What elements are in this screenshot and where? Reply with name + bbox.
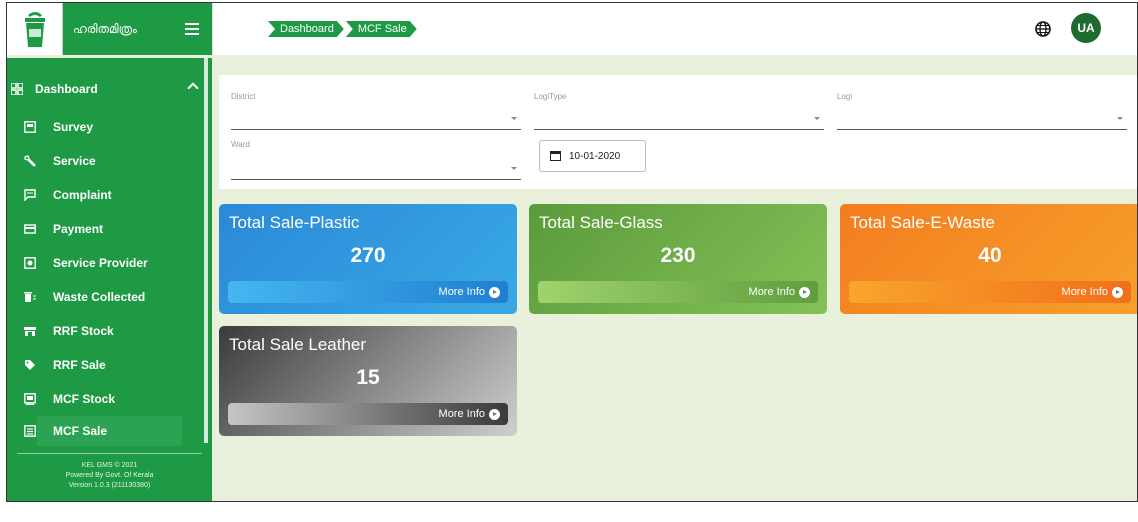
district-select[interactable]: District xyxy=(231,80,521,130)
card-total-sale-glass: Total Sale-Glass 230 More Info xyxy=(529,204,827,314)
card-total-sale-plastic: Total Sale-Plastic 270 More Info xyxy=(219,204,517,314)
card-total-sale-leather: Total Sale Leather 15 More Info xyxy=(219,326,517,436)
ward-select[interactable]: Ward xyxy=(231,130,521,180)
card-title: Total Sale-E-Waste xyxy=(850,213,995,232)
sidebar-item-rrf-sale[interactable]: RRF Sale xyxy=(7,350,182,380)
footer-powered-by: Powered By Govt. Of Kerala xyxy=(65,472,154,479)
sidebar-item-rrf-stock[interactable]: RRF Stock xyxy=(7,316,182,346)
logi-type-select[interactable]: LogiType xyxy=(534,80,824,130)
app-frame: ഹരിതമിത്രം Dashboard MCF Sale UA Dashboa… xyxy=(6,2,1138,502)
sidebar-item-label: Service xyxy=(53,154,96,168)
logo xyxy=(7,3,63,55)
more-info-label: More Info xyxy=(438,286,485,298)
logi-select[interactable]: Logi xyxy=(837,80,1127,130)
menu-toggle-icon[interactable] xyxy=(185,23,199,35)
dropdown-arrow-icon xyxy=(511,167,517,170)
wrench-icon xyxy=(24,155,36,167)
filter-panel: District LogiType Logi Ward 10-01-2020 xyxy=(219,75,1137,189)
arrow-circle-right-icon xyxy=(489,408,500,420)
arrow-circle-right-icon xyxy=(1112,286,1123,298)
logi-type-label: LogiType xyxy=(534,92,567,101)
card-value: 230 xyxy=(660,244,696,267)
logi-label: Logi xyxy=(837,92,853,101)
date-value: 10-01-2020 xyxy=(569,150,621,162)
dropdown-arrow-icon xyxy=(1117,117,1123,120)
sidebar: Dashboard Survey Service Complaint Payme… xyxy=(7,58,212,501)
tag-icon xyxy=(25,360,35,370)
date-picker[interactable]: 10-01-2020 xyxy=(539,140,646,172)
breadcrumb-dashboard[interactable]: Dashboard xyxy=(268,21,344,37)
sidebar-item-label: MCF Sale xyxy=(53,424,108,438)
dashboard-icon xyxy=(11,83,23,95)
footer-version: Version 1.0.3 (211130380) xyxy=(68,482,151,489)
card-icon xyxy=(24,224,36,234)
globe-icon[interactable] xyxy=(1035,21,1051,37)
survey-icon xyxy=(24,121,36,133)
sidebar-item-service[interactable]: Service xyxy=(7,146,182,176)
sidebar-item-label: Service Provider xyxy=(53,256,148,270)
sidebar-item-payment[interactable]: Payment xyxy=(7,214,182,244)
sidebar-item-waste-collected[interactable]: Waste Collected xyxy=(7,282,182,312)
chat-icon xyxy=(24,189,36,201)
district-label: District xyxy=(231,92,256,101)
dropdown-arrow-icon xyxy=(511,117,517,120)
sale-icon xyxy=(24,425,36,437)
avatar[interactable]: UA xyxy=(1071,13,1101,43)
card-title: Total Sale-Glass xyxy=(539,213,663,232)
sidebar-item-survey[interactable]: Survey xyxy=(7,112,182,142)
sidebar-divider xyxy=(17,453,202,454)
sidebar-item-label: Survey xyxy=(53,120,94,134)
more-info-label: More Info xyxy=(438,408,485,420)
sidebar-item-complaint[interactable]: Complaint xyxy=(7,180,182,210)
sidebar-item-label: MCF Stock xyxy=(53,392,116,406)
bin-logo-icon xyxy=(24,12,45,47)
sidebar-scrollbar[interactable] xyxy=(204,58,208,443)
sidebar-item-label: RRF Sale xyxy=(53,358,106,372)
sidebar-item-label: RRF Stock xyxy=(53,324,114,338)
more-info-link[interactable]: More Info xyxy=(228,403,508,425)
card-total-sale-e-waste: Total Sale-E-Waste 40 More Info xyxy=(840,204,1137,314)
chevron-up-icon[interactable] xyxy=(187,82,199,94)
more-info-link[interactable]: More Info xyxy=(538,281,818,303)
card-value: 40 xyxy=(978,244,1002,267)
more-info-label: More Info xyxy=(1061,286,1108,298)
card-value: 270 xyxy=(350,244,386,267)
calendar-icon xyxy=(550,151,561,161)
store-icon xyxy=(24,327,36,336)
breadcrumb-mcf-sale[interactable]: MCF Sale xyxy=(346,21,417,37)
ward-label: Ward xyxy=(231,140,250,149)
top-bar: Dashboard MCF Sale UA xyxy=(212,3,1137,55)
card-title: Total Sale Leather xyxy=(229,335,367,354)
sidebar-item-label: Payment xyxy=(53,222,104,236)
breadcrumb: Dashboard MCF Sale xyxy=(268,21,419,37)
sidebar-item-mcf-stock[interactable]: MCF Stock xyxy=(7,384,182,414)
footer-copyright: KEL GMS © 2021 xyxy=(81,462,138,469)
bin-icon xyxy=(24,292,36,302)
sidebar-item-mcf-sale[interactable]: MCF Sale xyxy=(24,416,182,446)
more-info-link[interactable]: More Info xyxy=(228,281,508,303)
brand-name: ഹരിതമിത്രം xyxy=(73,21,137,36)
sidebar-item-label: Dashboard xyxy=(35,82,98,96)
arrow-circle-right-icon xyxy=(489,286,500,298)
card-title: Total Sale-Plastic xyxy=(229,213,360,232)
more-info-link[interactable]: More Info xyxy=(849,281,1131,303)
sidebar-item-label: Complaint xyxy=(53,188,112,202)
sidebar-item-service-provider[interactable]: Service Provider xyxy=(7,248,182,278)
provider-icon xyxy=(24,257,36,269)
sidebar-footer: KEL GMS © 2021 Powered By Govt. Of Keral… xyxy=(7,461,212,491)
brand-header: ഹരിതമിത്രം xyxy=(7,3,212,55)
arrow-circle-right-icon xyxy=(799,286,810,298)
more-info-label: More Info xyxy=(748,286,795,298)
card-value: 15 xyxy=(356,366,380,389)
dropdown-arrow-icon xyxy=(814,117,820,120)
stock-icon xyxy=(24,393,36,405)
sidebar-item-label: Waste Collected xyxy=(53,290,146,304)
sidebar-item-dashboard[interactable]: Dashboard xyxy=(7,74,203,104)
